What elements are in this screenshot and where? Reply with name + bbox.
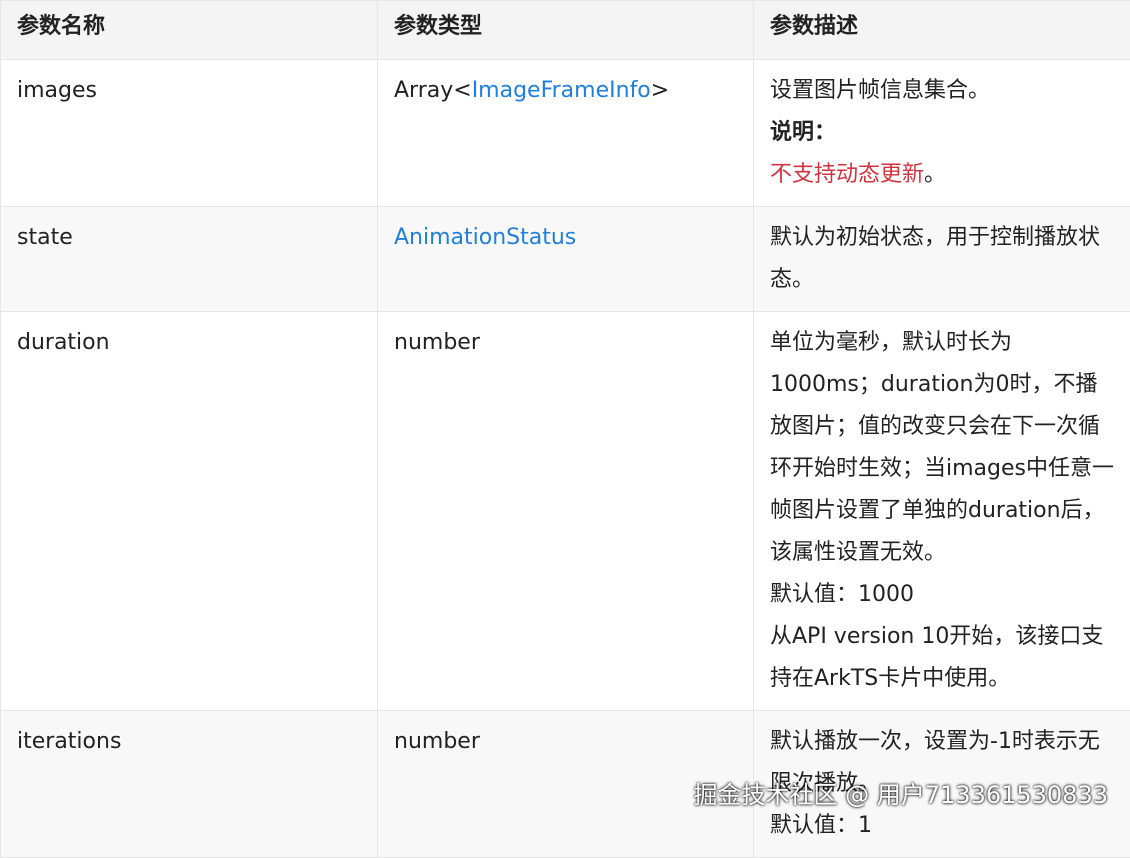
cell-name: state	[1, 207, 378, 312]
note-body: 不支持动态更新。	[770, 154, 1114, 196]
type-suffix: >	[651, 78, 669, 103]
cell-type: AnimationStatus	[378, 207, 754, 312]
note-warning-text: 不支持动态更新	[770, 162, 924, 187]
param-name: images	[17, 78, 97, 103]
header-param-desc: 参数描述	[754, 1, 1130, 60]
watermark: 掘金技术社区 @ 用户713361530833	[694, 775, 1109, 810]
cell-desc: 设置图片帧信息集合。 说明： 不支持动态更新。	[754, 60, 1130, 207]
param-name: duration	[17, 330, 110, 355]
params-table: 参数名称 参数类型 参数描述 images Array<ImageFrameIn…	[0, 0, 1130, 858]
cell-type: number	[378, 312, 754, 711]
param-description: 默认为初始状态，用于控制播放状态。	[770, 217, 1114, 301]
header-param-name: 参数名称	[1, 1, 378, 60]
cell-type: Array<ImageFrameInfo>	[378, 60, 754, 207]
param-description: 单位为毫秒，默认时长为1000ms；duration为0时，不播放图片；值的改变…	[770, 322, 1114, 574]
since-version-note: 从API version 10开始，该接口支持在ArkTS卡片中使用。	[770, 616, 1114, 700]
param-name: iterations	[17, 729, 121, 754]
param-description: 设置图片帧信息集合。	[770, 70, 1114, 112]
note-end-punct: 。	[924, 162, 946, 187]
cell-desc: 默认为初始状态，用于控制播放状态。	[754, 207, 1130, 312]
type-link-animationstatus[interactable]: AnimationStatus	[394, 225, 576, 250]
cell-name: duration	[1, 312, 378, 711]
note-label: 说明：	[770, 112, 1114, 154]
param-name: state	[17, 225, 73, 250]
cell-name: iterations	[1, 711, 378, 858]
table-header-row: 参数名称 参数类型 参数描述	[1, 1, 1130, 60]
type-prefix: Array<	[394, 78, 472, 103]
header-param-type: 参数类型	[378, 1, 754, 60]
table-row-duration: duration number 单位为毫秒，默认时长为1000ms；durati…	[1, 312, 1130, 711]
table-row-state: state AnimationStatus 默认为初始状态，用于控制播放状态。	[1, 207, 1130, 312]
type-link-imageframeinfo[interactable]: ImageFrameInfo	[472, 78, 651, 103]
param-type: number	[394, 330, 480, 355]
default-value: 默认值：1000	[770, 574, 1114, 616]
cell-name: images	[1, 60, 378, 207]
param-type: number	[394, 729, 480, 754]
default-value: 默认值：1	[770, 805, 1114, 847]
cell-desc: 单位为毫秒，默认时长为1000ms；duration为0时，不播放图片；值的改变…	[754, 312, 1130, 711]
table-row-images: images Array<ImageFrameInfo> 设置图片帧信息集合。 …	[1, 60, 1130, 207]
